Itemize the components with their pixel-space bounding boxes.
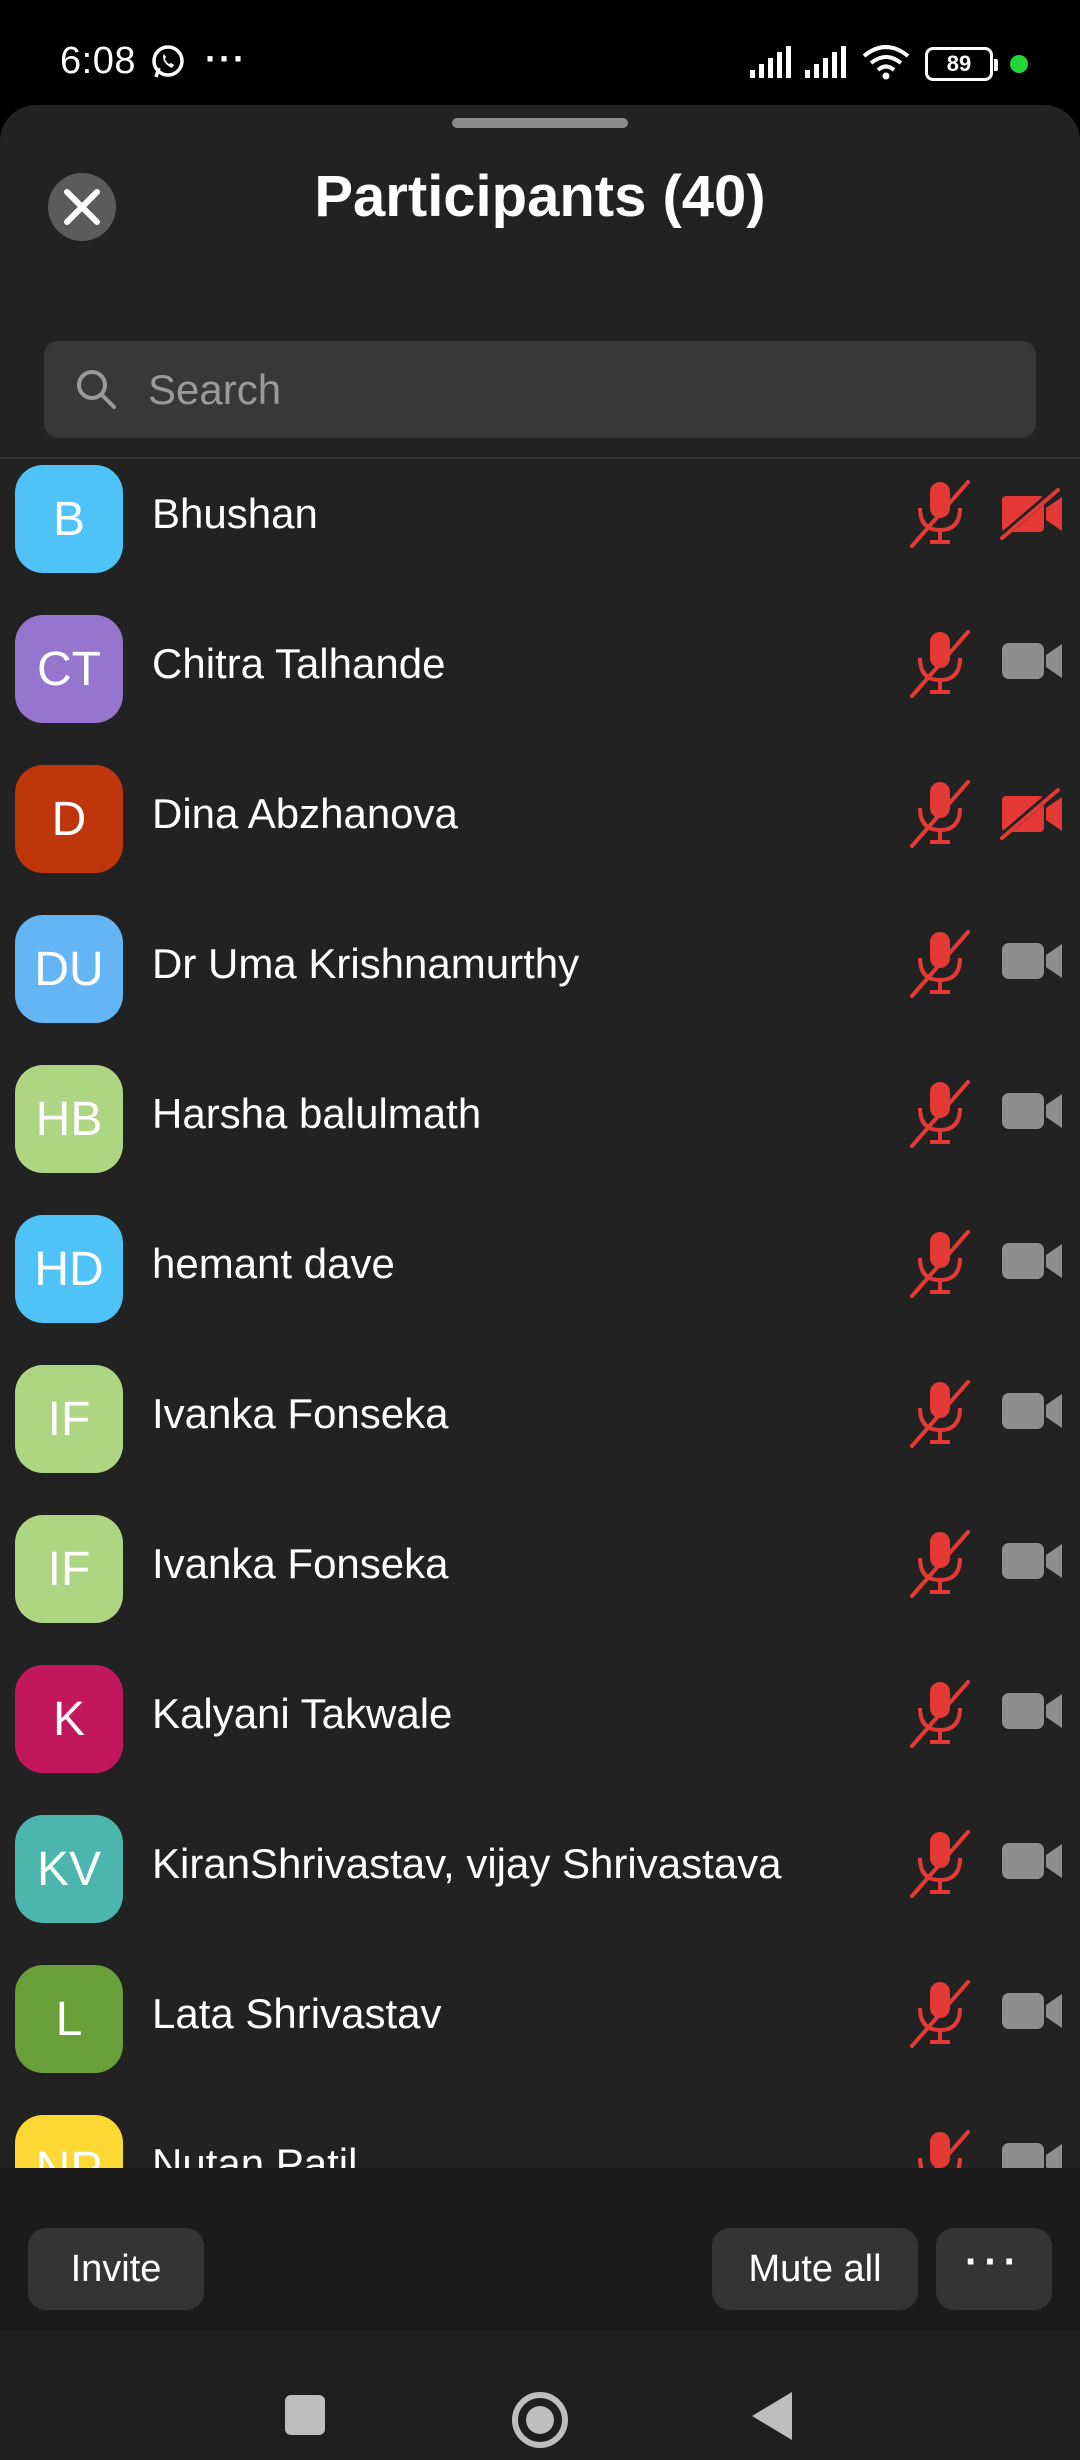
video-camera-icon[interactable] [1000, 1688, 1064, 1739]
participant-row[interactable]: HD hemant dave [0, 1210, 1080, 1360]
video-camera-icon[interactable] [1000, 1388, 1064, 1439]
status-more-icon: ··· [205, 38, 247, 79]
recents-button[interactable] [285, 2395, 325, 2435]
video-camera-icon[interactable] [1000, 638, 1064, 689]
battery-icon: 89 [925, 47, 998, 81]
search-icon [77, 370, 116, 409]
participant-name: Dr Uma Krishnamurthy [152, 940, 580, 987]
participant-name: Ivanka Fonseka [152, 1390, 449, 1437]
participant-row[interactable]: KV KiranShrivastav, vijay Shrivastava [0, 1810, 1080, 1960]
avatar: HB [15, 1065, 123, 1173]
avatar: D [15, 765, 123, 873]
mute-all-button[interactable]: Mute all [712, 2228, 918, 2310]
invite-button[interactable]: Invite [28, 2228, 204, 2310]
participant-name: KiranShrivastav, vijay Shrivastava [152, 1840, 782, 1887]
divider [0, 457, 1080, 459]
participant-name: Kalyani Takwale [152, 1690, 453, 1737]
participant-row[interactable]: CT Chitra Talhande [0, 610, 1080, 760]
home-button[interactable] [512, 2392, 568, 2448]
wifi-icon [862, 45, 910, 80]
microphone-muted-icon[interactable] [908, 928, 972, 1005]
invite-label: Invite [70, 2247, 162, 2290]
participant-row[interactable]: D Dina Abzhanova [0, 760, 1080, 910]
signal-icon [805, 46, 846, 78]
system-nav-bar [0, 2330, 1080, 2460]
participant-row[interactable]: DU Dr Uma Krishnamurthy [0, 910, 1080, 1060]
mute-all-label: Mute all [748, 2247, 882, 2290]
more-icon: ··· [965, 2239, 1023, 2284]
search-bar[interactable] [44, 341, 1036, 438]
video-off-icon[interactable] [997, 787, 1064, 845]
status-time: 6:08 [60, 40, 136, 82]
participant-name: Lata Shrivastav [152, 1990, 442, 2037]
video-camera-icon[interactable] [1000, 1088, 1064, 1139]
avatar: IF [15, 1365, 123, 1473]
participants-sheet: Participants (40) B Bhushan CT Chitra Talh… [0, 105, 1080, 2330]
video-camera-icon[interactable] [1000, 1238, 1064, 1289]
participant-name: hemant dave [152, 1240, 395, 1287]
microphone-muted-icon[interactable] [908, 1228, 972, 1305]
participant-name: Dina Abzhanova [152, 790, 458, 837]
microphone-muted-icon[interactable] [908, 778, 972, 855]
participant-list[interactable]: B Bhushan CT Chitra Talhande D Dina Abzhano… [0, 460, 1080, 2270]
signal-icon [750, 46, 791, 78]
status-bar: 6:08 ··· 89 [0, 0, 1080, 105]
back-button[interactable] [752, 2392, 792, 2440]
drag-handle[interactable] [452, 118, 628, 128]
battery-level: 89 [946, 51, 972, 76]
participant-row[interactable]: IF Ivanka Fonseka [0, 1360, 1080, 1510]
microphone-muted-icon[interactable] [908, 628, 972, 705]
video-camera-icon[interactable] [1000, 1538, 1064, 1589]
microphone-muted-icon[interactable] [908, 1078, 972, 1155]
participant-name: Chitra Talhande [152, 640, 446, 687]
participant-row[interactable]: B Bhushan [0, 460, 1080, 610]
video-off-icon[interactable] [997, 487, 1064, 545]
video-camera-icon[interactable] [1000, 938, 1064, 989]
microphone-muted-icon[interactable] [908, 1378, 972, 1455]
avatar: B [15, 465, 123, 573]
avatar: L [15, 1965, 123, 2073]
participant-row[interactable]: L Lata Shrivastav [0, 1960, 1080, 2110]
video-camera-icon[interactable] [1000, 1988, 1064, 2039]
microphone-muted-icon[interactable] [908, 1828, 972, 1905]
avatar: KV [15, 1815, 123, 1923]
avatar: K [15, 1665, 123, 1773]
video-camera-icon[interactable] [1000, 1838, 1064, 1889]
search-input[interactable] [148, 341, 1008, 438]
avatar: DU [15, 915, 123, 1023]
microphone-muted-icon[interactable] [908, 478, 972, 555]
microphone-muted-icon[interactable] [908, 1978, 972, 2055]
participant-name: Bhushan [152, 490, 318, 537]
footer-bar: Invite Mute all ··· [0, 2168, 1080, 2330]
avatar: CT [15, 615, 123, 723]
more-options-button[interactable]: ··· [936, 2228, 1052, 2310]
microphone-muted-icon[interactable] [908, 1528, 972, 1605]
page-title: Participants (40) [314, 164, 766, 229]
participant-row[interactable]: HB Harsha balulmath [0, 1060, 1080, 1210]
participant-name: Ivanka Fonseka [152, 1540, 449, 1587]
participant-row[interactable]: K Kalyani Takwale [0, 1660, 1080, 1810]
privacy-indicator-dot [1010, 55, 1028, 73]
whatsapp-icon [152, 45, 184, 78]
participant-row[interactable]: IF Ivanka Fonseka [0, 1510, 1080, 1660]
avatar: HD [15, 1215, 123, 1323]
microphone-muted-icon[interactable] [908, 1678, 972, 1755]
avatar: IF [15, 1515, 123, 1623]
participant-name: Harsha balulmath [152, 1090, 482, 1137]
